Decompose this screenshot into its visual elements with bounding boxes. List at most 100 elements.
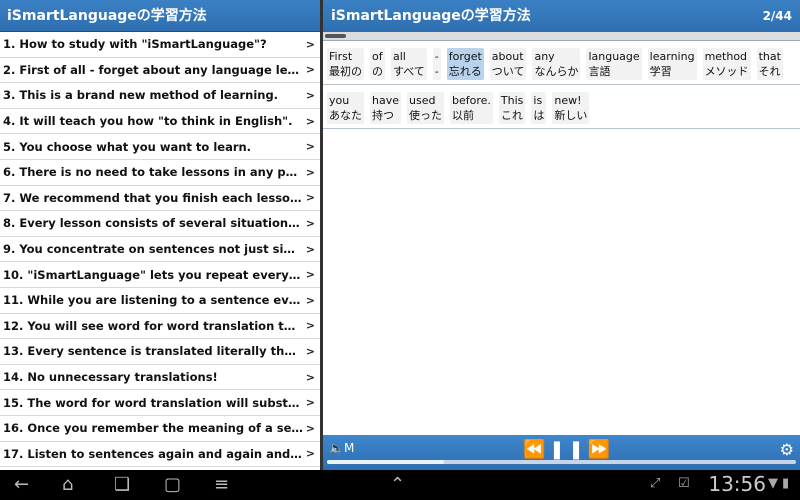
lesson-list-item[interactable]: 1. How to study with "iSmartLanguage"? >	[0, 32, 320, 58]
word-token[interactable]: have 持つ	[370, 92, 401, 124]
word-english: any	[534, 50, 555, 63]
lesson-list-item[interactable]: 5. You choose what you want to learn. >	[0, 134, 320, 160]
lesson-list-item[interactable]: 17. Listen to sentences again and again …	[0, 442, 320, 468]
word-translation: 忘れる	[448, 65, 482, 78]
chevron-right-icon: >	[305, 140, 315, 154]
lesson-list-item[interactable]: 6. There is no need to take lessons in a…	[0, 160, 320, 186]
chevron-up-icon[interactable]: ⌃	[390, 474, 405, 495]
lesson-list-item[interactable]: 16. Once you remember the meaning of a s…	[0, 416, 320, 442]
lesson-list-item-label: 6. There is no need to take lessons in a…	[3, 165, 303, 180]
word-translation: 最初の	[329, 65, 362, 78]
sentence-counter: 2/44	[762, 9, 792, 23]
lesson-list-item[interactable]: 2. First of all - forget about any langu…	[0, 58, 320, 84]
speaker-icon: 🔈	[329, 441, 344, 455]
audio-player: 🔈M ⏪❚❚⏩ ⚙	[323, 435, 800, 470]
lesson-detail-panel: iSmartLanguageの学習方法 2/44 First 最初の of の all す…	[323, 0, 800, 470]
lesson-list-panel: iSmartLanguageの学習方法 1. How to study with…	[0, 0, 320, 470]
word-token[interactable]: used 使った	[407, 92, 444, 124]
word-token[interactable]: before. 以前	[450, 92, 493, 124]
lesson-progress-fill	[325, 34, 347, 38]
lesson-title: iSmartLanguageの学習方法	[331, 8, 531, 24]
word-english: of	[372, 50, 383, 63]
word-translation: は	[533, 109, 545, 122]
word-token[interactable]: about ついて	[489, 48, 527, 80]
word-token[interactable]: all すべて	[391, 48, 427, 80]
wifi-icon: ▼	[768, 476, 778, 491]
word-english: learning	[649, 50, 695, 63]
word-token[interactable]: First 最初の	[327, 48, 364, 80]
lesson-list-item[interactable]: 11. While you are listening to a sentenc…	[0, 288, 320, 314]
chevron-right-icon: >	[305, 37, 315, 51]
lesson-list-item-label: 1. How to study with "iSmartLanguage"?	[3, 37, 267, 52]
word-translation: の	[372, 65, 383, 78]
chevron-right-icon: >	[305, 319, 315, 333]
chevron-right-icon: >	[305, 396, 315, 410]
fast-forward-icon[interactable]: ⏩	[588, 439, 614, 460]
word-english: is	[533, 94, 543, 107]
lesson-list-item[interactable]: 10. "iSmartLanguage" lets you repeat eve…	[0, 262, 320, 288]
lesson-list-item[interactable]: 3. This is a brand new method of learnin…	[0, 83, 320, 109]
word-token[interactable]: learning 学習	[647, 48, 697, 80]
word-english: about	[491, 50, 524, 63]
word-token[interactable]: that それ	[756, 48, 783, 80]
lesson-list-item-label: 5. You choose what you want to learn.	[3, 139, 252, 154]
lesson-list-item[interactable]: 4. It will teach you how "to think in En…	[0, 109, 320, 135]
word-translation: 新しい	[554, 109, 588, 122]
word-token[interactable]: --	[432, 48, 441, 80]
word-token[interactable]: is は	[531, 92, 547, 124]
lesson-list-item[interactable]: 12. You will see word for word translati…	[0, 314, 320, 340]
word-english: language	[588, 50, 640, 63]
word-english: before.	[452, 94, 491, 107]
word-token[interactable]: you あなた	[327, 92, 364, 124]
lesson-list-item-label: 10. "iSmartLanguage" lets you repeat eve…	[3, 267, 303, 282]
chevron-right-icon: >	[305, 370, 315, 384]
lesson-list-item[interactable]: 7. We recommend that you finish each les…	[0, 186, 320, 212]
word-english: have	[372, 94, 399, 107]
lesson-list-item[interactable]: 8. Every lesson consists of several situ…	[0, 211, 320, 237]
word-token[interactable]: language 言語	[586, 48, 642, 80]
lesson-list-item[interactable]: 15. The word for word translation will s…	[0, 390, 320, 416]
chevron-right-icon: >	[305, 191, 315, 205]
pause-icon[interactable]: ❚❚	[549, 439, 587, 460]
word-english: all	[393, 50, 406, 63]
lesson-header: iSmartLanguageの学習方法 2/44	[323, 0, 800, 32]
lesson-list-item-label: 8. Every lesson consists of several situ…	[3, 216, 303, 231]
volume-button[interactable]: 🔈M	[329, 441, 354, 455]
word-token[interactable]: any なんらか	[532, 48, 581, 80]
lesson-list-item-label: 4. It will teach you how "to think in En…	[3, 114, 293, 129]
lesson-list-item-label: 13. Every sentence is translated literal…	[3, 344, 303, 359]
gear-icon[interactable]: ⚙	[780, 440, 794, 459]
word-token[interactable]: method メソッド	[702, 48, 751, 80]
word-translation: メソッド	[704, 65, 749, 78]
word-token[interactable]: This これ	[498, 92, 526, 124]
notification-icon: ☑	[678, 476, 690, 491]
word-translation: 以前	[452, 109, 474, 122]
word-english: that	[758, 50, 781, 63]
word-translation: -	[434, 65, 439, 78]
word-english: method	[704, 50, 748, 63]
chevron-right-icon: >	[305, 344, 315, 358]
word-token[interactable]: of の	[370, 48, 385, 80]
home-icon[interactable]: ⌂	[62, 474, 73, 495]
word-token[interactable]: forget 忘れる	[446, 48, 484, 80]
screenshot-icon[interactable]: ▢	[164, 474, 181, 495]
menu-icon[interactable]: ≡	[214, 474, 229, 495]
lesson-list-item-label: 9. You concentrate on sentences not just…	[3, 242, 303, 257]
lesson-list-item-label: 3. This is a brand new method of learnin…	[3, 88, 279, 103]
word-translation: これ	[500, 109, 523, 122]
word-english: First	[329, 50, 353, 63]
back-icon[interactable]: ←	[14, 474, 29, 495]
word-translation: それ	[758, 65, 781, 78]
lesson-list-item-label: 14. No unnecessary translations!	[3, 370, 218, 385]
system-navigation-bar: ← ⌂ ❏ ▢ ≡ ⌃ ⤢ ☑ 13:56 ▼ ▮	[0, 470, 800, 500]
lesson-list-item[interactable]: 14. No unnecessary translations! >	[0, 365, 320, 391]
word-token[interactable]: new! 新しい	[552, 92, 590, 124]
recent-apps-icon[interactable]: ❏	[114, 474, 130, 495]
chevron-right-icon: >	[305, 63, 315, 77]
rewind-icon[interactable]: ⏪	[523, 439, 549, 460]
word-translation: なんらか	[534, 65, 579, 78]
word-translation: あなた	[329, 109, 362, 122]
lesson-list-item[interactable]: 9. You concentrate on sentences not just…	[0, 237, 320, 263]
audio-seek-bar[interactable]	[327, 460, 796, 464]
lesson-list-item[interactable]: 13. Every sentence is translated literal…	[0, 339, 320, 365]
